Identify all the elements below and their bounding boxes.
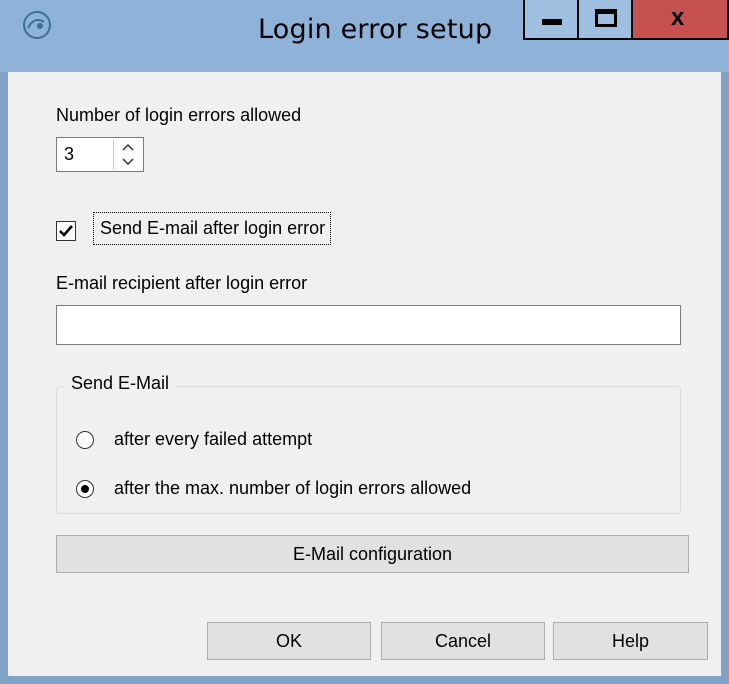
login-errors-stepper[interactable]: 3 [56, 137, 144, 172]
maximize-icon [595, 9, 617, 27]
ok-button[interactable]: OK [207, 622, 371, 660]
login-errors-label: Number of login errors allowed [56, 105, 302, 125]
send-email-group-legend: Send E-Mail [65, 373, 176, 394]
minimize-button[interactable] [523, 0, 579, 40]
dialog-body: Number of login errors allowed 3 Send E-… [8, 72, 721, 676]
app-logo-icon [20, 8, 54, 42]
help-button[interactable]: Help [553, 622, 708, 660]
window-title: Login error setup [258, 14, 493, 45]
send-email-group: Send E-Mail after every failed attempt a… [56, 373, 681, 514]
maximize-button[interactable] [579, 0, 633, 40]
cancel-button[interactable]: Cancel [381, 622, 545, 660]
send-email-checkbox-text: Send E-mail after login error [100, 218, 326, 238]
chevron-up-icon[interactable] [114, 140, 141, 154]
minimize-icon [542, 19, 562, 25]
title-bar[interactable]: Login error setup x [0, 0, 729, 72]
send-email-checkbox[interactable] [56, 221, 76, 241]
radio-every-failed-attempt[interactable] [76, 431, 94, 449]
recipient-label: E-mail recipient after login error [56, 273, 308, 293]
checkmark-icon [59, 225, 73, 237]
radio-every-failed-attempt-label[interactable]: after every failed attempt [114, 429, 312, 450]
chevron-down-icon[interactable] [114, 155, 141, 169]
login-errors-value[interactable]: 3 [64, 144, 74, 165]
dialog-window: Login error setup x Number of login erro… [0, 0, 729, 684]
radio-max-login-errors[interactable] [76, 480, 94, 498]
send-email-checkbox-label[interactable]: Send E-mail after login error [93, 212, 332, 245]
recipient-email-field[interactable] [56, 305, 681, 345]
close-icon: x [671, 4, 685, 31]
stepper-buttons [113, 140, 141, 169]
radio-max-login-errors-label[interactable]: after the max. number of login errors al… [114, 478, 471, 499]
close-button[interactable]: x [633, 0, 729, 40]
radio-selected-dot [81, 485, 89, 493]
email-configuration-button[interactable]: E-Mail configuration [56, 535, 689, 573]
